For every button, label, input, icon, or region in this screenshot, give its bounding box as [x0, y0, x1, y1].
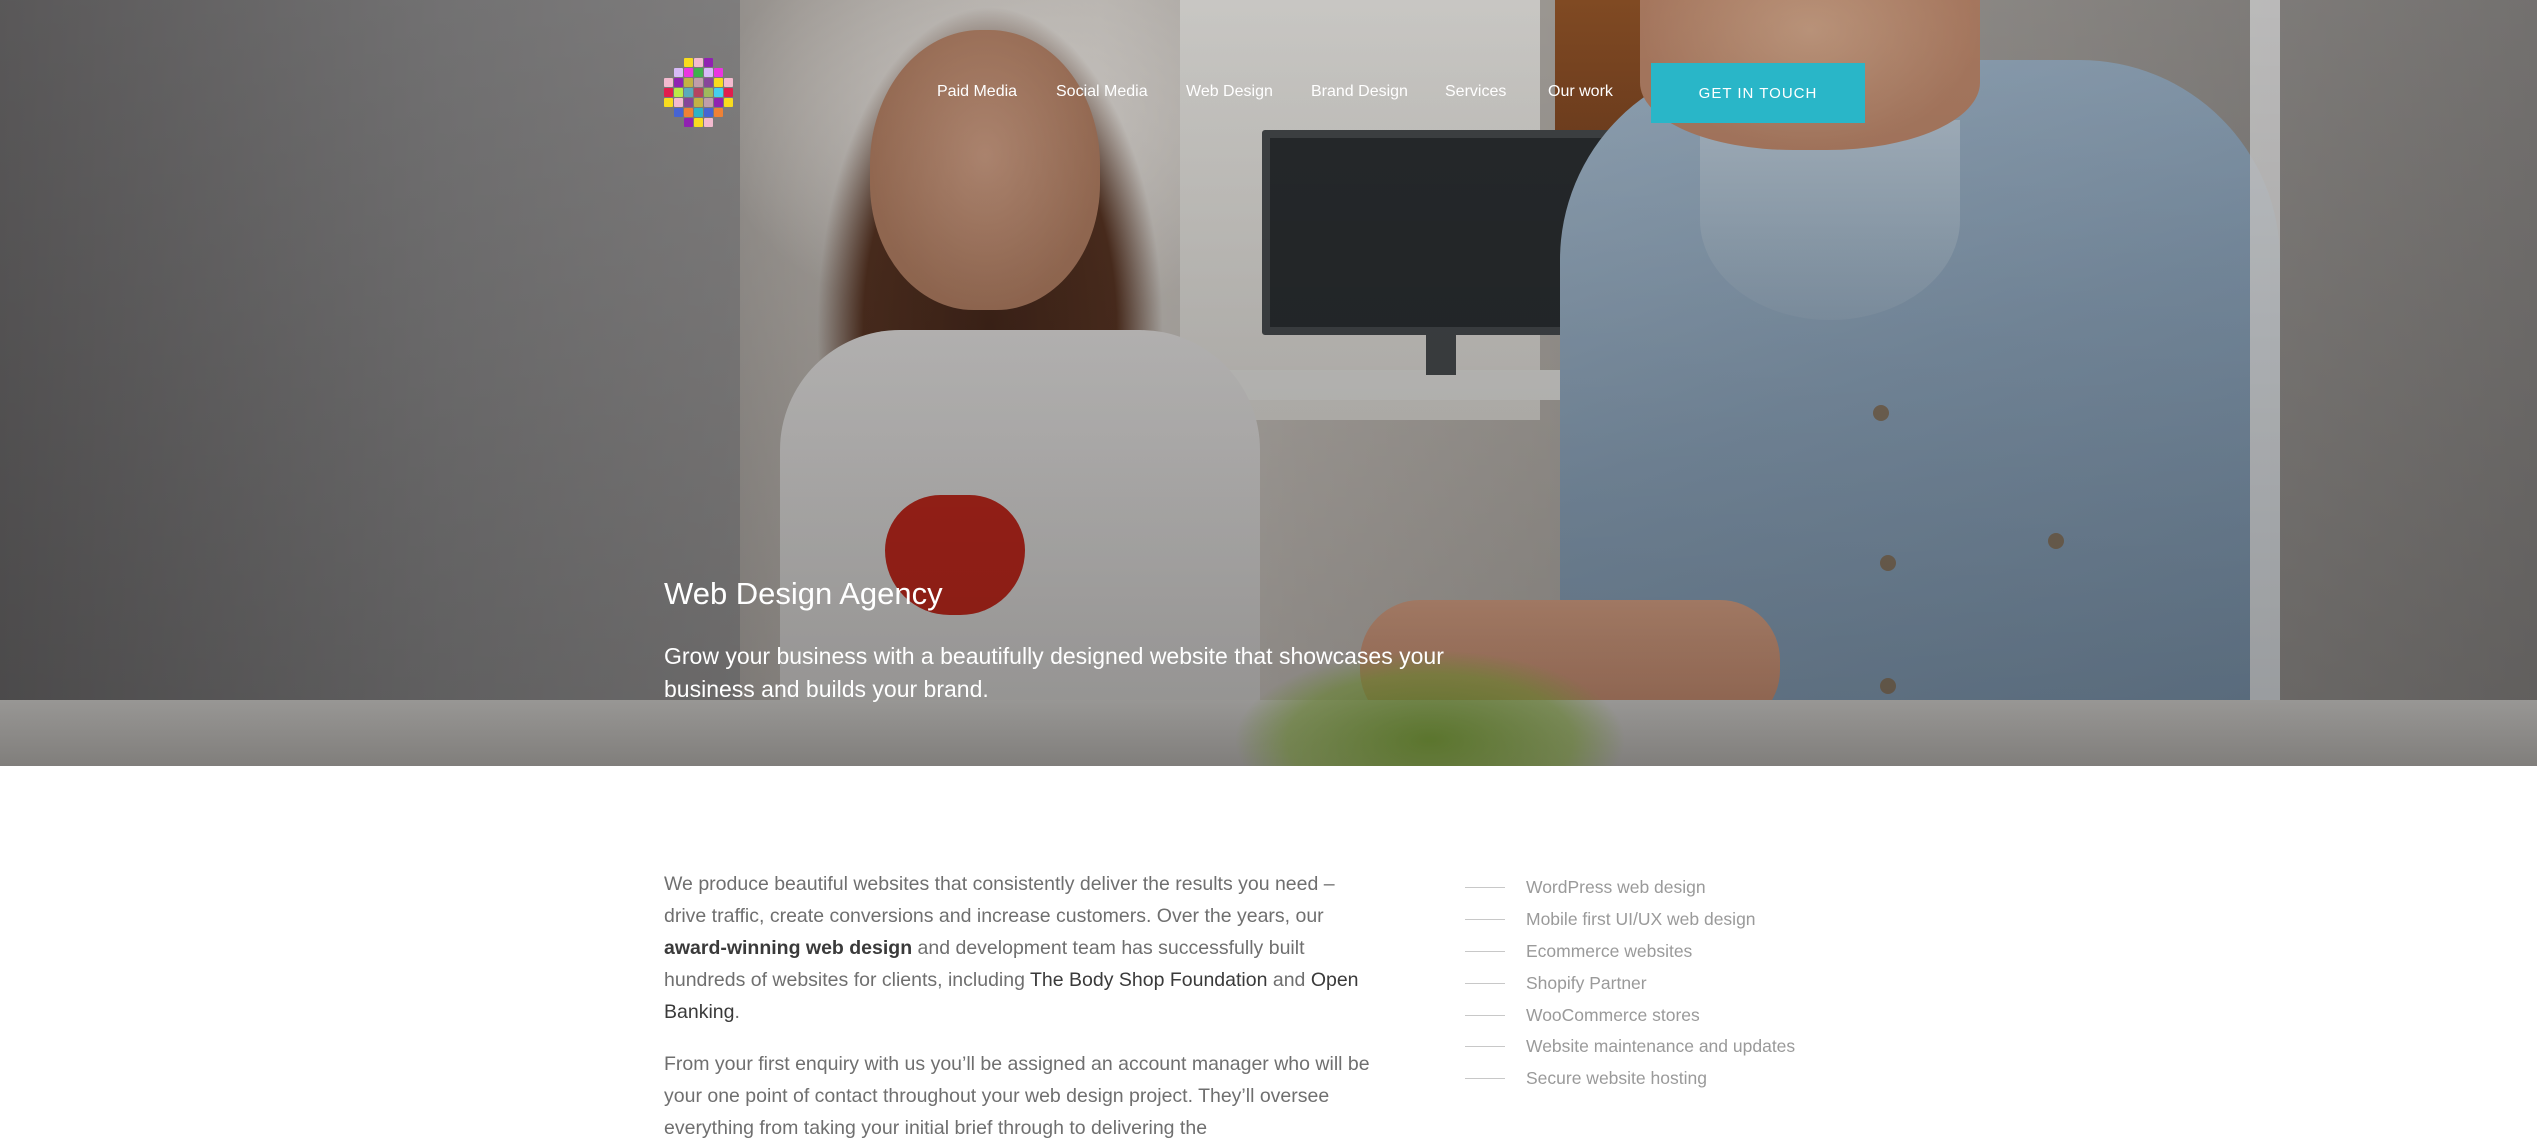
page-title: Web Design Agency	[664, 576, 943, 611]
logo-tile	[714, 68, 723, 77]
logo-tile	[704, 78, 713, 87]
list-item: Shopify Partner	[1465, 967, 1795, 999]
client-link-body-shop[interactable]: The Body Shop Foundation	[1030, 969, 1267, 991]
site-logo-icon[interactable]	[664, 58, 734, 128]
dash-icon	[1465, 1014, 1505, 1016]
logo-tile	[664, 78, 673, 87]
nav-item-our-work[interactable]: Our work	[1548, 83, 1613, 101]
dash-icon	[1465, 919, 1505, 921]
dash-icon	[1465, 887, 1505, 889]
list-item: Mobile first UI/UX web design	[1465, 904, 1795, 936]
intro-text-segment: We produce beautiful websites that consi…	[664, 873, 1335, 927]
intro-text-segment: .	[734, 1001, 740, 1023]
logo-tile	[684, 98, 693, 107]
logo-tile	[674, 98, 683, 107]
logo-tile	[664, 98, 673, 107]
dash-icon	[1465, 1078, 1505, 1080]
logo-tile	[694, 118, 703, 127]
logo-tile	[694, 108, 703, 117]
intro-paragraph: From your first enquiry with us you’ll b…	[664, 1053, 1370, 1139]
logo-tile	[694, 78, 703, 87]
logo-tile	[674, 108, 683, 117]
nav-item-paid-media[interactable]: Paid Media	[937, 83, 1017, 101]
logo-tile	[684, 88, 693, 97]
logo-tile	[674, 68, 683, 77]
feature-label: Ecommerce websites	[1526, 940, 1693, 961]
logo-tile	[714, 98, 723, 107]
logo-tile	[714, 78, 723, 87]
logo-tile	[724, 88, 733, 97]
award-winning-link[interactable]: award-winning web design	[664, 937, 912, 959]
logo-tile	[704, 108, 713, 117]
logo-tile	[684, 108, 693, 117]
dash-icon	[1465, 1046, 1505, 1048]
feature-list: WordPress web design Mobile first UI/UX …	[1465, 872, 1795, 1095]
logo-tile	[714, 88, 723, 97]
logo-tile	[724, 78, 733, 87]
list-item: WooCommerce stores	[1465, 999, 1795, 1031]
nav-item-social-media[interactable]: Social Media	[1056, 83, 1148, 101]
logo-tile	[694, 88, 703, 97]
feature-label: Website maintenance and updates	[1526, 1036, 1796, 1057]
logo-tile	[704, 118, 713, 127]
intro-text-segment: and	[1267, 969, 1311, 991]
feature-label: Mobile first UI/UX web design	[1526, 909, 1756, 930]
list-item: Secure website hosting	[1465, 1063, 1795, 1095]
intro-text: We produce beautiful websites that consi…	[664, 868, 1374, 1142]
dash-icon	[1465, 982, 1505, 984]
list-item: Website maintenance and updates	[1465, 1031, 1795, 1063]
logo-tile	[704, 58, 713, 67]
list-item: WordPress web design	[1465, 872, 1795, 904]
logo-tile	[684, 118, 693, 127]
list-item: Ecommerce websites	[1465, 936, 1795, 968]
feature-label: WordPress web design	[1526, 877, 1706, 898]
logo-tile	[704, 68, 713, 77]
feature-label: Secure website hosting	[1526, 1068, 1707, 1089]
logo-tile	[724, 98, 733, 107]
get-in-touch-button[interactable]: GET IN TOUCH	[1651, 63, 1865, 123]
logo-tile	[684, 78, 693, 87]
dash-icon	[1465, 950, 1505, 952]
nav-item-web-design[interactable]: Web Design	[1186, 83, 1273, 101]
logo-tile	[694, 68, 703, 77]
hero-subtitle: Grow your business with a beautifully de…	[664, 643, 1444, 702]
logo-tile	[684, 68, 693, 77]
logo-tile	[674, 88, 683, 97]
logo-tile	[684, 58, 693, 67]
logo-tile	[704, 98, 713, 107]
feature-label: WooCommerce stores	[1526, 1004, 1700, 1025]
logo-tile	[674, 78, 683, 87]
logo-tile	[714, 108, 723, 117]
nav-item-services[interactable]: Services	[1445, 83, 1506, 101]
feature-label: Shopify Partner	[1526, 972, 1647, 993]
intro-paragraph: We produce beautiful websites that consi…	[664, 868, 1374, 1028]
logo-tile	[664, 88, 673, 97]
nav-item-brand-design[interactable]: Brand Design	[1311, 83, 1408, 101]
logo-tile	[694, 58, 703, 67]
logo-tile	[704, 88, 713, 97]
logo-tile	[694, 98, 703, 107]
